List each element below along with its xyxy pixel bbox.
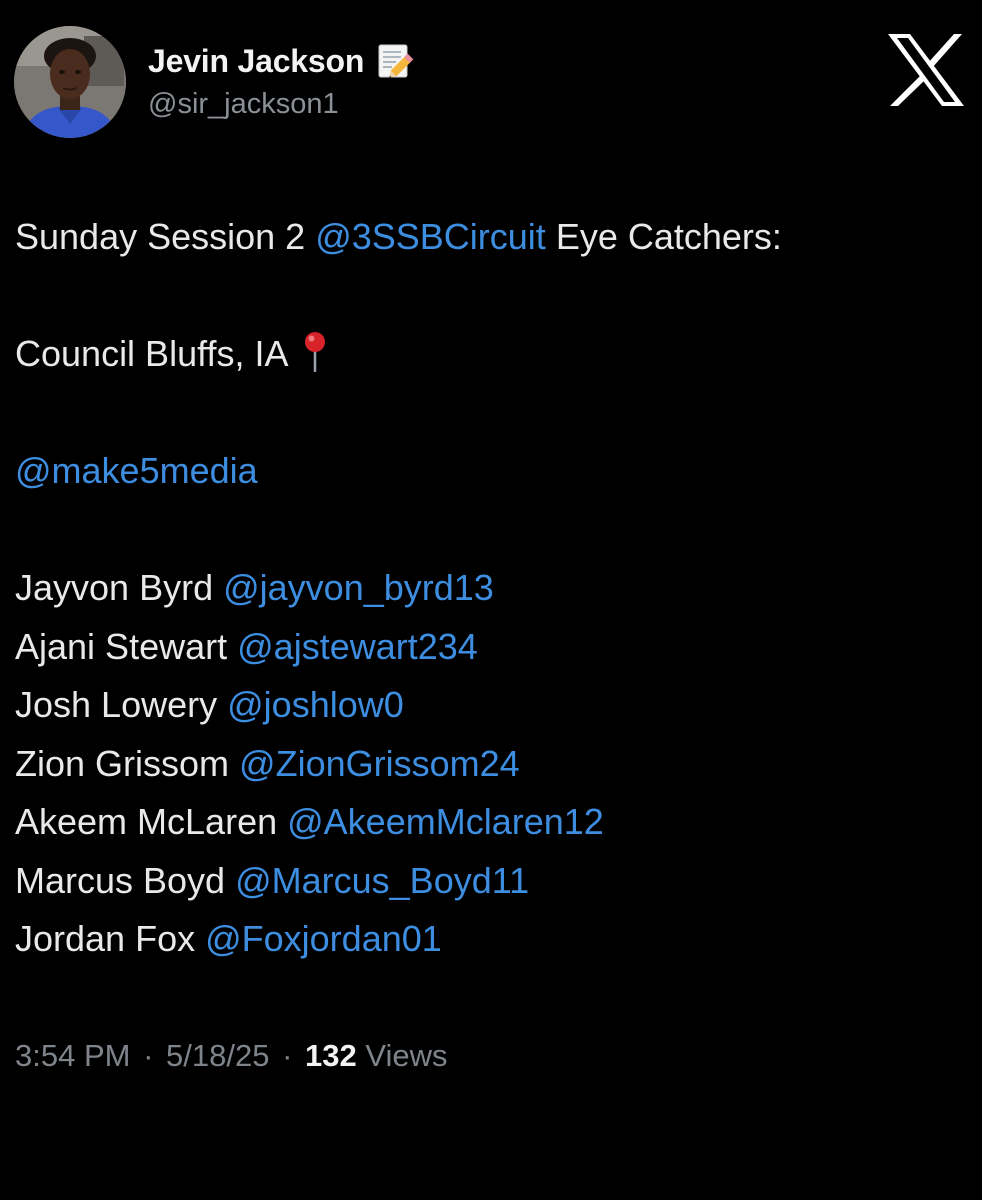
views-label[interactable]: Views — [365, 1038, 447, 1073]
player-line: Akeem McLaren @AkeemMclaren12 — [15, 793, 965, 852]
intro-suffix: Eye Catchers: — [545, 216, 782, 257]
mention-link[interactable]: @3SSBCircuit — [315, 216, 546, 257]
tweet-text: Sunday Session 2 @3SSBCircuit Eye Catche… — [15, 208, 965, 969]
avatar[interactable] — [14, 26, 126, 138]
player-line: Ajani Stewart @ajstewart234 — [15, 618, 965, 677]
player-handle-link[interactable]: @ajstewart234 — [237, 626, 478, 667]
mention-link[interactable]: @make5media — [15, 450, 258, 491]
meta-separator: · — [143, 1038, 154, 1073]
intro-prefix: Sunday Session 2 — [15, 216, 316, 257]
author-name-row: Jevin Jackson — [148, 40, 416, 82]
tweet-intro-line: Sunday Session 2 @3SSBCircuit Eye Catche… — [15, 208, 965, 267]
memo-pencil-icon — [376, 41, 416, 81]
author-handle[interactable]: @sir_jackson1 — [148, 88, 339, 121]
player-line: Jayvon Byrd @jayvon_byrd13 — [15, 559, 965, 618]
player-handle-link[interactable]: @Marcus_Boyd11 — [235, 860, 529, 901]
player-name: Akeem McLaren — [15, 801, 278, 842]
x-logo-icon[interactable] — [886, 32, 966, 108]
player-name: Josh Lowery — [15, 684, 218, 725]
player-name: Ajani Stewart — [15, 625, 228, 667]
tweet-card: Jevin Jackson @sir_jackson1 Sunday Sessi… — [0, 0, 982, 1200]
player-name: Jordan Fox — [15, 918, 196, 959]
display-name[interactable]: Jevin Jackson — [148, 43, 364, 80]
round-pushpin-icon — [298, 330, 332, 373]
meta-separator: · — [282, 1038, 293, 1073]
player-line: Zion Grissom @ZionGrissom24 — [15, 735, 965, 794]
media-mention-line: @make5media — [15, 442, 965, 501]
player-name: Marcus Boyd — [15, 859, 226, 901]
location-line: Council Bluffs, IA — [15, 325, 965, 384]
player-line: Marcus Boyd @Marcus_Boyd11 — [15, 852, 965, 911]
views-count[interactable]: 132 — [305, 1038, 357, 1073]
tweet-meta: 3:54 PM · 5/18/25 · 132 Views — [15, 1038, 448, 1074]
player-handle-link[interactable]: @Foxjordan01 — [205, 918, 442, 959]
tweet-time[interactable]: 3:54 PM — [15, 1038, 130, 1073]
player-name: Zion Grissom — [15, 742, 230, 784]
player-handle-link[interactable]: @ZionGrissom24 — [239, 743, 520, 784]
player-handle-link[interactable]: @AkeemMclaren12 — [287, 801, 604, 842]
player-line: Jordan Fox @Foxjordan01 — [15, 910, 965, 969]
player-handle-link[interactable]: @jayvon_byrd13 — [223, 567, 494, 608]
player-line: Josh Lowery @joshlow0 — [15, 676, 965, 735]
tweet-date[interactable]: 5/18/25 — [166, 1038, 269, 1073]
player-handle-link[interactable]: @joshlow0 — [227, 684, 404, 725]
player-name: Jayvon Byrd — [15, 567, 214, 608]
location-text: Council Bluffs, IA — [15, 333, 289, 374]
